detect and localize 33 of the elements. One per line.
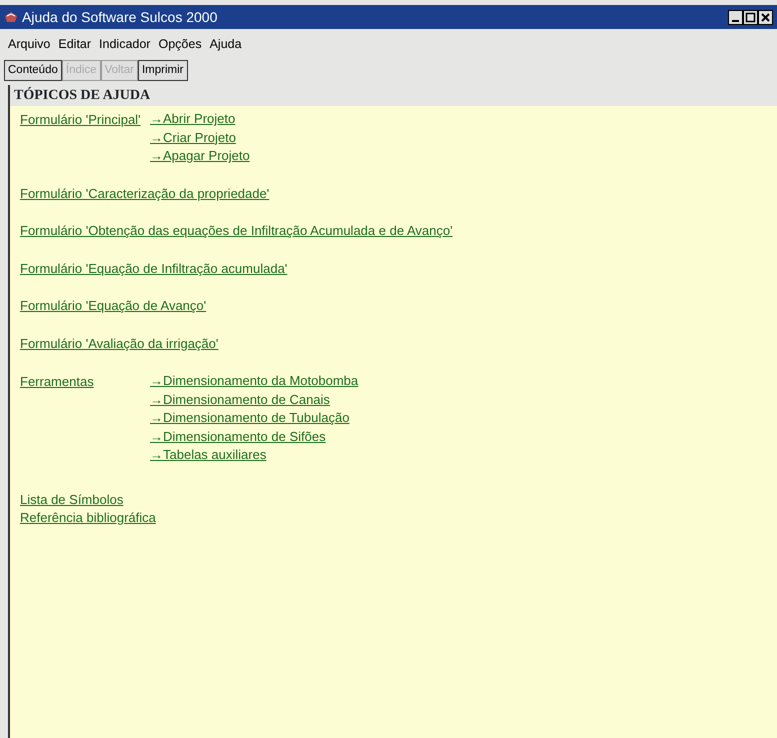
close-icon — [759, 10, 772, 24]
close-button[interactable] — [758, 10, 773, 24]
subtopic-link[interactable]: →Criar Projeto — [150, 128, 236, 147]
window-title: Ajuda do Software Sulcos 2000 — [22, 8, 218, 27]
topic-link[interactable]: Formulário 'Caracterização da propriedade' — [20, 184, 270, 203]
menu-item[interactable]: Editar — [54, 33, 96, 56]
minimize-icon — [732, 20, 739, 22]
topic-link[interactable]: Formulário 'Equação de Avanço' — [20, 297, 206, 316]
toolbar-button[interactable]: Imprimir — [138, 60, 188, 81]
menu-item[interactable]: Arquivo — [4, 33, 54, 56]
toolbar-button[interactable]: Conteúdo — [4, 60, 62, 81]
subtopic-link[interactable]: →Dimensionamento de Tubulação — [150, 409, 350, 428]
app-icon — [4, 10, 18, 24]
topic-link[interactable]: Formulário 'Avaliação da irrigação' — [20, 334, 218, 353]
menu-item[interactable]: Ajuda — [206, 33, 246, 56]
subtopic-link[interactable]: →Dimensionamento de Canais — [150, 390, 330, 409]
topic-link[interactable]: Ferramentas — [20, 373, 150, 392]
section-header: TÓPICOS DE AJUDA — [14, 88, 150, 103]
topic-link[interactable]: Formulário 'Equação de Infiltração acumulada' — [20, 260, 288, 278]
maximize-icon — [744, 10, 757, 24]
subtopic-link[interactable]: →Dimensionamento de Sifões — [150, 428, 326, 446]
menu-item[interactable]: Indicador — [95, 33, 154, 56]
menu-item[interactable]: Opções — [154, 33, 206, 56]
maximize-button[interactable] — [743, 10, 758, 24]
topic-link[interactable]: Formulário 'Principal' — [20, 111, 150, 130]
subtopic-link[interactable]: →Abrir Projeto — [150, 110, 236, 128]
subtopic-link[interactable]: →Tabelas auxiliares — [150, 446, 266, 464]
topic-link[interactable]: Formulário 'Obtenção das equações de Infiltração Acumulada e de Avanço' — [20, 222, 453, 240]
topic-link[interactable]: Lista de Símbolos — [20, 490, 124, 509]
subtopic-link[interactable]: →Apagar Projeto — [150, 147, 250, 166]
topic-link[interactable]: Referência bibliográfica — [20, 509, 156, 528]
minimize-button[interactable] — [728, 10, 743, 24]
subtopic-link[interactable]: →Dimensionamento da Motobomba — [150, 372, 358, 390]
